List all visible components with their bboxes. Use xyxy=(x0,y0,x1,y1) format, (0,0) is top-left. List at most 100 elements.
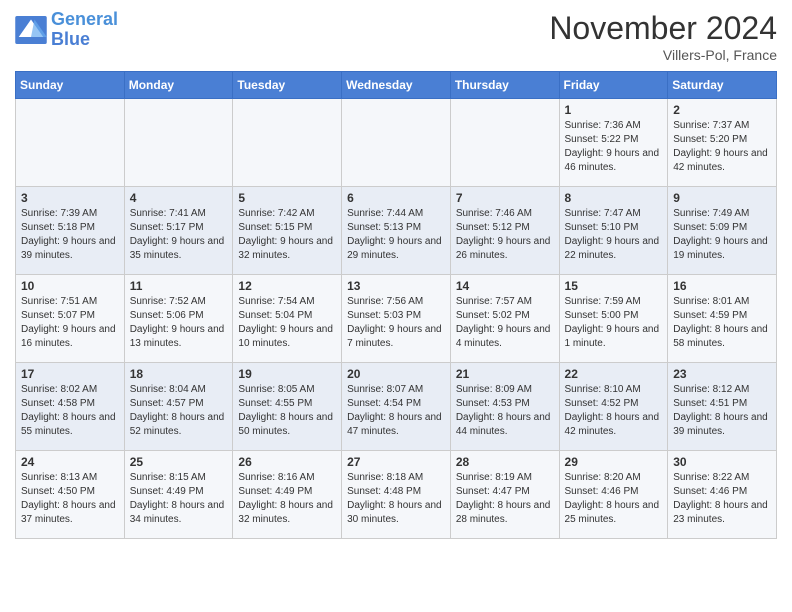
day-info: Sunrise: 8:10 AM Sunset: 4:52 PM Dayligh… xyxy=(565,383,663,439)
day-number: 5 xyxy=(238,191,336,205)
day-info: Sunrise: 7:49 AM Sunset: 5:09 PM Dayligh… xyxy=(673,207,771,263)
logo-line2: Blue xyxy=(51,29,90,49)
day-info: Sunrise: 8:19 AM Sunset: 4:47 PM Dayligh… xyxy=(456,471,554,527)
day-info: Sunrise: 8:05 AM Sunset: 4:55 PM Dayligh… xyxy=(238,383,336,439)
col-thursday: Thursday xyxy=(450,72,559,99)
calendar-cell: 3 Sunrise: 7:39 AM Sunset: 5:18 PM Daylig… xyxy=(16,187,125,275)
calendar-cell: 5 Sunrise: 7:42 AM Sunset: 5:15 PM Daylig… xyxy=(233,187,342,275)
day-info: Sunrise: 7:37 AM Sunset: 5:20 PM Dayligh… xyxy=(673,119,771,175)
day-info: Sunrise: 7:57 AM Sunset: 5:02 PM Dayligh… xyxy=(456,295,554,351)
day-number: 30 xyxy=(673,455,771,469)
day-number: 6 xyxy=(347,191,445,205)
day-number: 29 xyxy=(565,455,663,469)
day-info: Sunrise: 7:52 AM Sunset: 5:06 PM Dayligh… xyxy=(130,295,228,351)
day-info: Sunrise: 8:09 AM Sunset: 4:53 PM Dayligh… xyxy=(456,383,554,439)
calendar-cell: 6 Sunrise: 7:44 AM Sunset: 5:13 PM Daylig… xyxy=(342,187,451,275)
calendar-cell: 27 Sunrise: 8:18 AM Sunset: 4:48 PM Dayli… xyxy=(342,451,451,539)
calendar-cell: 13 Sunrise: 7:56 AM Sunset: 5:03 PM Dayli… xyxy=(342,275,451,363)
calendar-cell: 30 Sunrise: 8:22 AM Sunset: 4:46 PM Dayli… xyxy=(668,451,777,539)
month-title: November 2024 xyxy=(549,10,777,47)
calendar-week-2: 3 Sunrise: 7:39 AM Sunset: 5:18 PM Daylig… xyxy=(16,187,777,275)
calendar-cell: 19 Sunrise: 8:05 AM Sunset: 4:55 PM Dayli… xyxy=(233,363,342,451)
col-wednesday: Wednesday xyxy=(342,72,451,99)
day-number: 19 xyxy=(238,367,336,381)
day-number: 23 xyxy=(673,367,771,381)
calendar-cell: 4Sunrise: 7:41 AM Sunset: 5:17 PM Daylig… xyxy=(124,187,233,275)
day-info: Sunrise: 7:54 AM Sunset: 5:04 PM Dayligh… xyxy=(238,295,336,351)
day-number: 21 xyxy=(456,367,554,381)
calendar-cell: 23 Sunrise: 8:12 AM Sunset: 4:51 PM Dayli… xyxy=(668,363,777,451)
calendar-cell: 29 Sunrise: 8:20 AM Sunset: 4:46 PM Dayli… xyxy=(559,451,668,539)
day-number: 14 xyxy=(456,279,554,293)
calendar-cell xyxy=(450,99,559,187)
day-number: 8 xyxy=(565,191,663,205)
day-info: Sunrise: 7:42 AM Sunset: 5:15 PM Dayligh… xyxy=(238,207,336,263)
col-saturday: Saturday xyxy=(668,72,777,99)
calendar-table: Sunday Monday Tuesday Wednesday Thursday… xyxy=(15,71,777,539)
day-number: 9 xyxy=(673,191,771,205)
day-info: Sunrise: 7:36 AM Sunset: 5:22 PM Dayligh… xyxy=(565,119,663,175)
day-number: 17 xyxy=(21,367,119,381)
calendar-cell: 7Sunrise: 7:46 AM Sunset: 5:12 PM Daylig… xyxy=(450,187,559,275)
calendar-week-5: 24Sunrise: 8:13 AM Sunset: 4:50 PM Dayli… xyxy=(16,451,777,539)
day-info: Sunrise: 8:22 AM Sunset: 4:46 PM Dayligh… xyxy=(673,471,771,527)
calendar-cell: 11 Sunrise: 7:52 AM Sunset: 5:06 PM Dayli… xyxy=(124,275,233,363)
calendar-cell: 24Sunrise: 8:13 AM Sunset: 4:50 PM Dayli… xyxy=(16,451,125,539)
day-info: Sunrise: 8:15 AM Sunset: 4:49 PM Dayligh… xyxy=(130,471,228,527)
col-sunday: Sunday xyxy=(16,72,125,99)
calendar-cell: 25 Sunrise: 8:15 AM Sunset: 4:49 PM Dayli… xyxy=(124,451,233,539)
calendar-cell: 17Sunrise: 8:02 AM Sunset: 4:58 PM Dayli… xyxy=(16,363,125,451)
calendar-header: Sunday Monday Tuesday Wednesday Thursday… xyxy=(16,72,777,99)
day-number: 1 xyxy=(565,103,663,117)
day-number: 18 xyxy=(130,367,228,381)
calendar-cell: 18Sunrise: 8:04 AM Sunset: 4:57 PM Dayli… xyxy=(124,363,233,451)
calendar-cell: 9 Sunrise: 7:49 AM Sunset: 5:09 PM Daylig… xyxy=(668,187,777,275)
header-area: General Blue November 2024 Villers-Pol, … xyxy=(15,10,777,63)
day-number: 4 xyxy=(130,191,228,205)
day-info: Sunrise: 7:44 AM Sunset: 5:13 PM Dayligh… xyxy=(347,207,445,263)
logo-text: General Blue xyxy=(51,10,118,50)
calendar-cell xyxy=(124,99,233,187)
logo: General Blue xyxy=(15,10,118,50)
day-number: 28 xyxy=(456,455,554,469)
day-info: Sunrise: 8:01 AM Sunset: 4:59 PM Dayligh… xyxy=(673,295,771,351)
logo-icon xyxy=(15,16,47,44)
day-number: 2 xyxy=(673,103,771,117)
calendar-cell: 16Sunrise: 8:01 AM Sunset: 4:59 PM Dayli… xyxy=(668,275,777,363)
day-info: Sunrise: 8:07 AM Sunset: 4:54 PM Dayligh… xyxy=(347,383,445,439)
day-info: Sunrise: 8:12 AM Sunset: 4:51 PM Dayligh… xyxy=(673,383,771,439)
calendar-cell: 26 Sunrise: 8:16 AM Sunset: 4:49 PM Dayli… xyxy=(233,451,342,539)
day-number: 3 xyxy=(21,191,119,205)
day-info: Sunrise: 7:46 AM Sunset: 5:12 PM Dayligh… xyxy=(456,207,554,263)
title-area: November 2024 Villers-Pol, France xyxy=(549,10,777,63)
calendar-cell: 28 Sunrise: 8:19 AM Sunset: 4:47 PM Dayli… xyxy=(450,451,559,539)
calendar-cell xyxy=(342,99,451,187)
day-info: Sunrise: 7:51 AM Sunset: 5:07 PM Dayligh… xyxy=(21,295,119,351)
col-monday: Monday xyxy=(124,72,233,99)
calendar-cell: 1 Sunrise: 7:36 AM Sunset: 5:22 PM Daylig… xyxy=(559,99,668,187)
col-friday: Friday xyxy=(559,72,668,99)
day-info: Sunrise: 7:39 AM Sunset: 5:18 PM Dayligh… xyxy=(21,207,119,263)
day-number: 13 xyxy=(347,279,445,293)
logo-line1: General xyxy=(51,9,118,29)
day-info: Sunrise: 7:56 AM Sunset: 5:03 PM Dayligh… xyxy=(347,295,445,351)
day-number: 27 xyxy=(347,455,445,469)
calendar-week-1: 1 Sunrise: 7:36 AM Sunset: 5:22 PM Daylig… xyxy=(16,99,777,187)
calendar-cell: 2 Sunrise: 7:37 AM Sunset: 5:20 PM Daylig… xyxy=(668,99,777,187)
day-info: Sunrise: 8:16 AM Sunset: 4:49 PM Dayligh… xyxy=(238,471,336,527)
calendar-cell: 22 Sunrise: 8:10 AM Sunset: 4:52 PM Dayli… xyxy=(559,363,668,451)
day-number: 24 xyxy=(21,455,119,469)
col-tuesday: Tuesday xyxy=(233,72,342,99)
day-info: Sunrise: 8:20 AM Sunset: 4:46 PM Dayligh… xyxy=(565,471,663,527)
day-number: 22 xyxy=(565,367,663,381)
day-number: 26 xyxy=(238,455,336,469)
calendar-cell: 14 Sunrise: 7:57 AM Sunset: 5:02 PM Dayli… xyxy=(450,275,559,363)
day-number: 11 xyxy=(130,279,228,293)
calendar-cell xyxy=(233,99,342,187)
calendar-week-3: 10Sunrise: 7:51 AM Sunset: 5:07 PM Dayli… xyxy=(16,275,777,363)
header-row: Sunday Monday Tuesday Wednesday Thursday… xyxy=(16,72,777,99)
calendar-cell: 10Sunrise: 7:51 AM Sunset: 5:07 PM Dayli… xyxy=(16,275,125,363)
calendar-cell: 21 Sunrise: 8:09 AM Sunset: 4:53 PM Dayli… xyxy=(450,363,559,451)
day-info: Sunrise: 8:18 AM Sunset: 4:48 PM Dayligh… xyxy=(347,471,445,527)
day-number: 25 xyxy=(130,455,228,469)
